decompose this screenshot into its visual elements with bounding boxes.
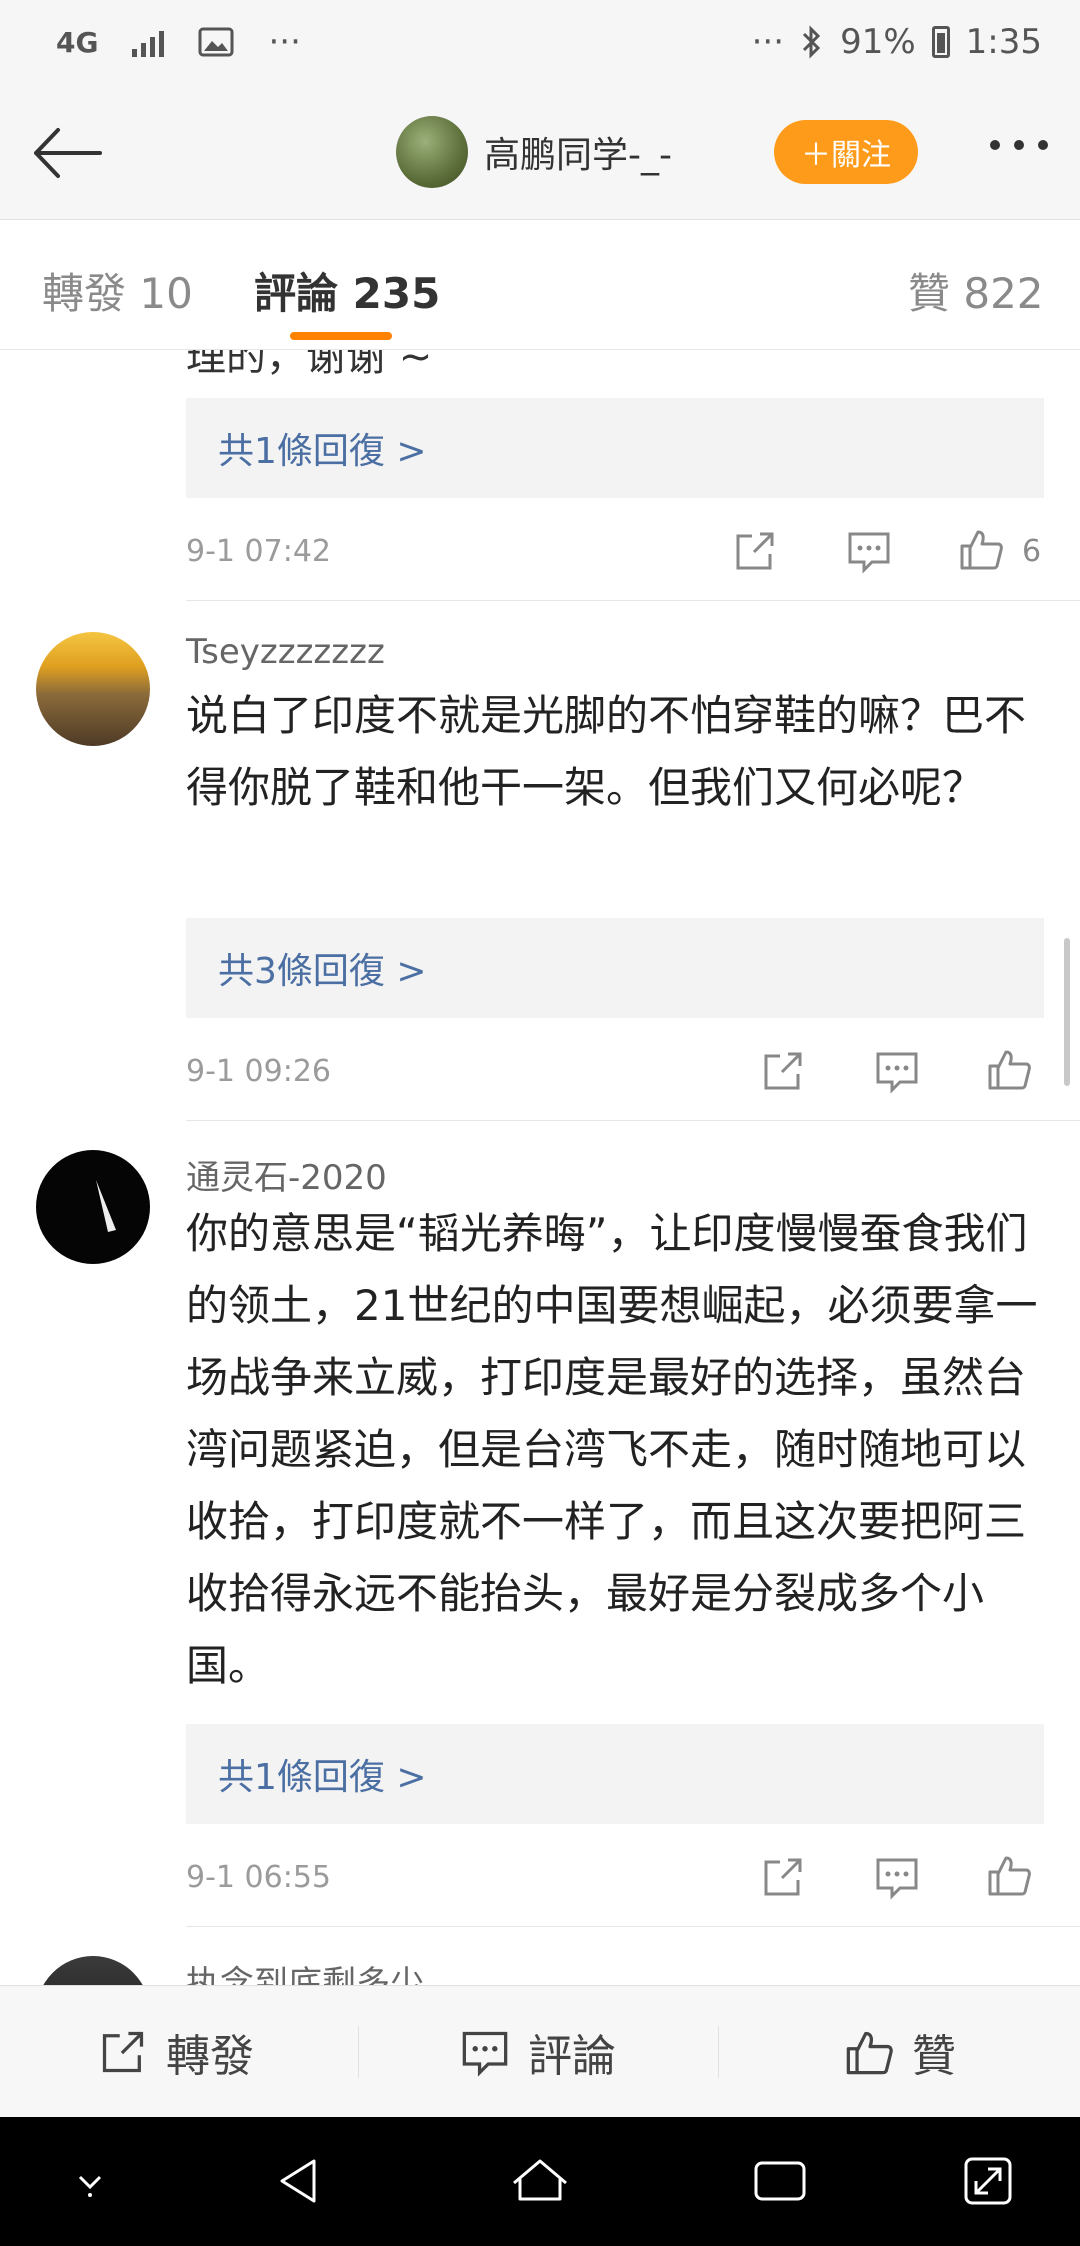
comment-icon[interactable] (874, 1854, 920, 1900)
like-button[interactable]: 贊 (844, 1986, 956, 2118)
clock: 1:35 (965, 22, 1042, 62)
like-icon[interactable] (986, 1046, 1032, 1092)
share-icon[interactable] (760, 1048, 806, 1094)
comment-icon[interactable] (874, 1048, 920, 1094)
battery-percent: 91% (840, 22, 916, 62)
author-avatar[interactable] (396, 116, 468, 188)
like-icon (846, 2031, 893, 2075)
reply-summary-link[interactable]: 共1條回復 > (186, 1724, 1044, 1824)
author-name[interactable]: 高鹏同学-_- (484, 126, 672, 178)
comment-label: 評論 (528, 2031, 616, 2082)
like-icon[interactable] (958, 526, 1004, 572)
comment-time: 9-1 06:55 (186, 1860, 331, 1895)
tab-likes[interactable]: 贊 822 (908, 260, 1044, 321)
like-count: 6 (1022, 534, 1042, 569)
reply-summary-link[interactable]: 共3條回復 > (186, 918, 1044, 1018)
image-notification-icon (198, 27, 234, 57)
author-info[interactable]: 高鹏同学-_- (396, 116, 672, 188)
comment-username[interactable]: 执念到底剩多少 (186, 1956, 424, 1985)
repost-label: 轉發 (166, 2031, 254, 2082)
status-bar: 4G ··· ··· 91% 1:35 (0, 0, 1080, 90)
notification-more-icon: ··· (268, 22, 301, 62)
comment-divider (186, 1120, 1080, 1121)
active-tab-indicator (290, 332, 392, 340)
back-arrow-icon[interactable] (28, 118, 108, 188)
comment-divider (186, 1926, 1080, 1927)
user-avatar[interactable] (36, 1956, 150, 1985)
status-more-icon: ··· (751, 22, 785, 62)
comment-time: 9-1 09:26 (186, 1054, 331, 1089)
divider (358, 2026, 359, 2078)
comment-text: 理的，谢谢 ~ (186, 350, 433, 380)
scrollbar-thumb[interactable] (1064, 938, 1070, 1086)
signal-icon (132, 27, 165, 57)
comment-button[interactable]: 評論 (460, 1986, 616, 2118)
expand-icon[interactable] (956, 2149, 1020, 2213)
hide-keyboard-icon[interactable] (58, 2149, 122, 2213)
comment-text: 说白了印度不就是光脚的不怕穿鞋的嘛？巴不得你脱了鞋和他干一架。但我们又何必呢？ (186, 691, 1027, 812)
bottom-action-bar: 轉發 評論 贊 (0, 1985, 1080, 2117)
battery-icon (931, 26, 950, 58)
tab-bar: 轉發 10 評論 235 贊 822 (0, 220, 1080, 350)
comment-username[interactable]: 通灵石-2020 (186, 1150, 387, 1199)
comment-username[interactable]: Tseyzzzzzzz (186, 632, 385, 672)
network-indicator: 4G (56, 25, 99, 59)
avatar-light-streak (96, 1180, 116, 1232)
more-options-icon[interactable] (990, 140, 1048, 150)
share-icon[interactable] (732, 528, 778, 574)
bluetooth-icon (803, 25, 821, 59)
comment-icon (462, 2031, 508, 2077)
recent-apps-icon[interactable] (748, 2149, 812, 2213)
share-icon[interactable] (760, 1854, 806, 1900)
comment-divider (186, 600, 1080, 601)
repost-button[interactable]: 轉發 (98, 1986, 254, 2118)
comment-text: 你的意思是“韬光养晦”，让印度慢慢蚕食我们的领土，21世纪的中国要想崛起，必须要… (186, 1209, 1038, 1690)
like-icon[interactable] (986, 1852, 1032, 1898)
home-icon[interactable] (508, 2149, 572, 2213)
like-label: 贊 (912, 2031, 956, 2082)
system-navigation-bar (0, 2117, 1080, 2246)
share-icon (102, 2031, 144, 2073)
user-avatar[interactable] (36, 632, 150, 746)
comment-list[interactable]: 理的，谢谢 ~ 共1條回復 > 9-1 07:42 6 Tseyzzzzzzz … (0, 350, 1080, 1985)
comment-time: 9-1 07:42 (186, 534, 331, 569)
back-triangle-icon[interactable] (268, 2149, 332, 2213)
tab-comments[interactable]: 評論 235 (254, 260, 440, 321)
divider (718, 2026, 719, 2078)
comment-icon[interactable] (846, 528, 892, 574)
user-avatar[interactable] (36, 1150, 150, 1264)
reply-summary-link[interactable]: 共1條回復 > (186, 398, 1044, 498)
tab-repost[interactable]: 轉發 10 (42, 260, 193, 321)
follow-button[interactable]: ＋關注 (774, 120, 918, 184)
top-header: 高鹏同学-_- ＋關注 (0, 90, 1080, 220)
